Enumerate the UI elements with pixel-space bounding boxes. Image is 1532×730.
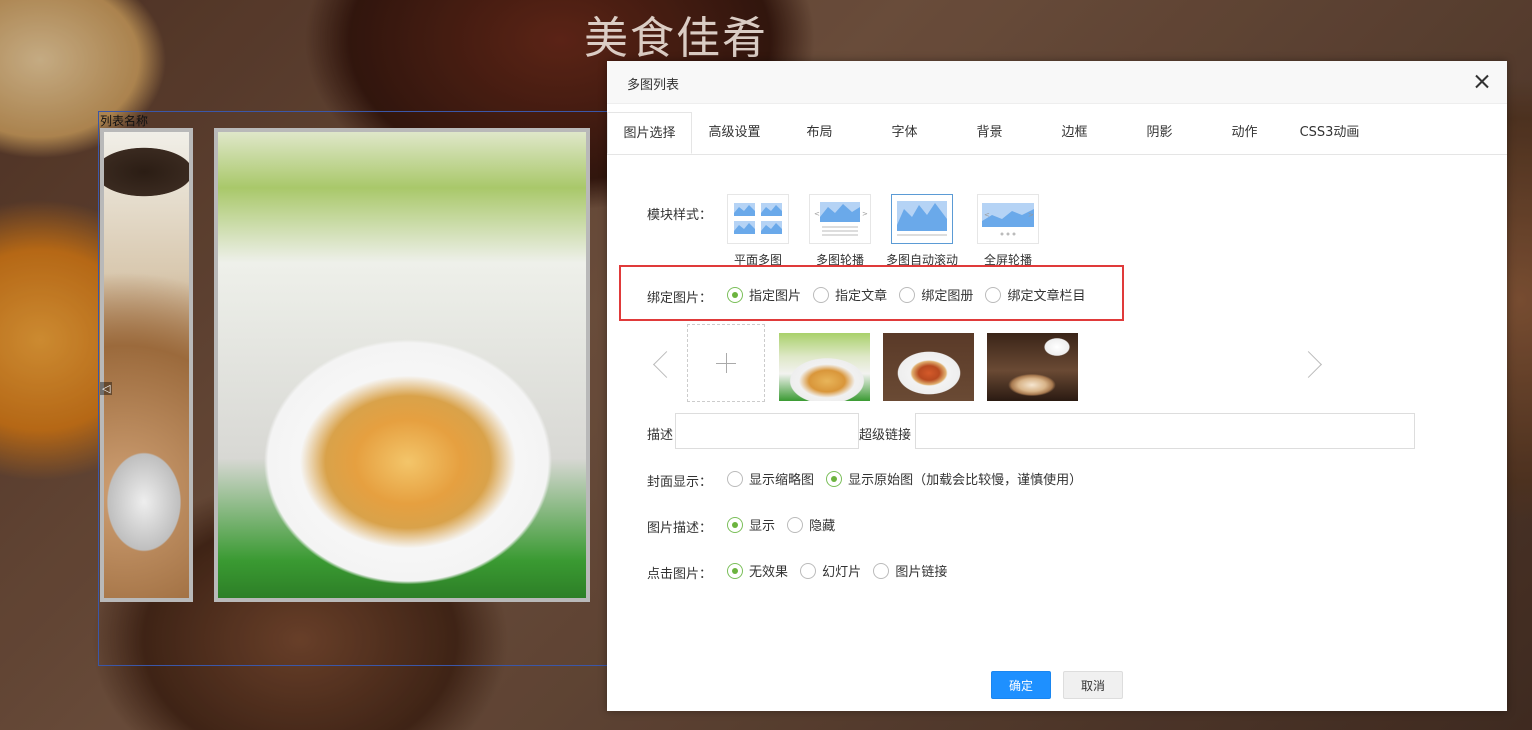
tab-action[interactable]: 动作 xyxy=(1202,112,1287,154)
carousel-slide-image xyxy=(100,128,193,602)
radio-image-link[interactable]: 图片链接 xyxy=(873,561,947,580)
cover-display-label: 封面显示： xyxy=(647,475,713,490)
radio-show-thumbnail[interactable]: 显示缩略图 xyxy=(727,469,814,488)
radio-bind-article-column[interactable]: 绑定文章栏目 xyxy=(985,285,1085,304)
description-input[interactable] xyxy=(675,413,859,449)
tab-advanced[interactable]: 高级设置 xyxy=(692,112,777,154)
image-thumbnail[interactable] xyxy=(883,333,974,401)
bind-image-label: 绑定图片： xyxy=(647,291,713,306)
cover-display-radio-group: 显示缩略图 显示原始图（加载会比较慢，谨慎使用） xyxy=(727,469,1090,488)
style-option-fullscreen[interactable]: < > 全屏轮播 xyxy=(976,194,1040,268)
autoscroll-icon xyxy=(897,201,947,236)
description-label: 描述 xyxy=(647,428,674,443)
tab-border[interactable]: 边框 xyxy=(1032,112,1117,154)
flat-grid-icon xyxy=(734,203,782,234)
thumbs-prev-arrow-icon[interactable] xyxy=(651,349,671,383)
svg-text:>: > xyxy=(1028,211,1034,219)
radio-bind-album[interactable]: 绑定图册 xyxy=(899,285,973,304)
svg-text:>: > xyxy=(862,210,868,218)
style-option-flat[interactable]: 平面多图 xyxy=(726,194,790,268)
site-title: 美食佳肴 xyxy=(584,13,768,64)
dialog-tabs: 图片选择 高级设置 布局 字体 背景 边框 阴影 动作 CSS3动画 xyxy=(607,112,1507,155)
image-description-label: 图片描述： xyxy=(647,521,713,536)
cancel-button[interactable]: 取消 xyxy=(1063,671,1123,699)
carousel-slide-image xyxy=(214,128,590,602)
multi-image-list-dialog: 多图列表 图片选择 高级设置 布局 字体 背景 边框 阴影 动作 CSS3动画 … xyxy=(607,61,1507,711)
svg-text:<: < xyxy=(984,211,990,219)
style-option-carousel[interactable]: < > 多图轮播 xyxy=(808,194,872,268)
tab-background[interactable]: 背景 xyxy=(947,112,1032,154)
tab-shadow[interactable]: 阴影 xyxy=(1117,112,1202,154)
bind-image-radio-group: 指定图片 指定文章 绑定图册 绑定文章栏目 xyxy=(727,285,1093,304)
tab-image-select[interactable]: 图片选择 xyxy=(607,112,692,154)
list-module-label: 列表名称 xyxy=(100,114,149,128)
radio-desc-hide[interactable]: 隐藏 xyxy=(787,515,835,534)
radio-show-original[interactable]: 显示原始图（加载会比较慢，谨慎使用） xyxy=(826,469,1082,488)
fullscreen-carousel-icon: < > xyxy=(982,203,1034,236)
dialog-title: 多图列表 xyxy=(627,78,680,93)
click-image-radio-group: 无效果 幻灯片 图片链接 xyxy=(727,561,955,580)
radio-slideshow[interactable]: 幻灯片 xyxy=(800,561,861,580)
image-thumbnail[interactable] xyxy=(987,333,1078,401)
style-option-autoscroll[interactable]: 多图自动滚动 xyxy=(886,194,958,268)
radio-desc-show[interactable]: 显示 xyxy=(727,515,775,534)
close-icon[interactable] xyxy=(1471,71,1493,93)
thumbs-next-arrow-icon[interactable] xyxy=(1307,349,1327,383)
image-description-radio-group: 显示 隐藏 xyxy=(727,515,843,534)
svg-text:<: < xyxy=(814,210,820,218)
carousel-prev-icon[interactable]: ◁ xyxy=(100,382,113,395)
radio-specified-image[interactable]: 指定图片 xyxy=(727,285,801,304)
dialog-header: 多图列表 xyxy=(607,61,1507,104)
carousel-icon: < > xyxy=(814,202,868,236)
hyperlink-input[interactable] xyxy=(915,413,1415,449)
tab-font[interactable]: 字体 xyxy=(862,112,947,154)
tab-layout[interactable]: 布局 xyxy=(777,112,862,154)
click-image-label: 点击图片： xyxy=(647,567,713,582)
radio-specified-article[interactable]: 指定文章 xyxy=(813,285,887,304)
hyperlink-label: 超级链接 xyxy=(859,428,912,443)
add-image-button[interactable] xyxy=(687,324,765,402)
module-style-label: 模块样式： xyxy=(647,208,713,223)
confirm-button[interactable]: 确定 xyxy=(991,671,1051,699)
tab-css3-animation[interactable]: CSS3动画 xyxy=(1287,112,1372,154)
radio-no-effect[interactable]: 无效果 xyxy=(727,561,788,580)
image-thumbnail[interactable] xyxy=(779,333,870,401)
